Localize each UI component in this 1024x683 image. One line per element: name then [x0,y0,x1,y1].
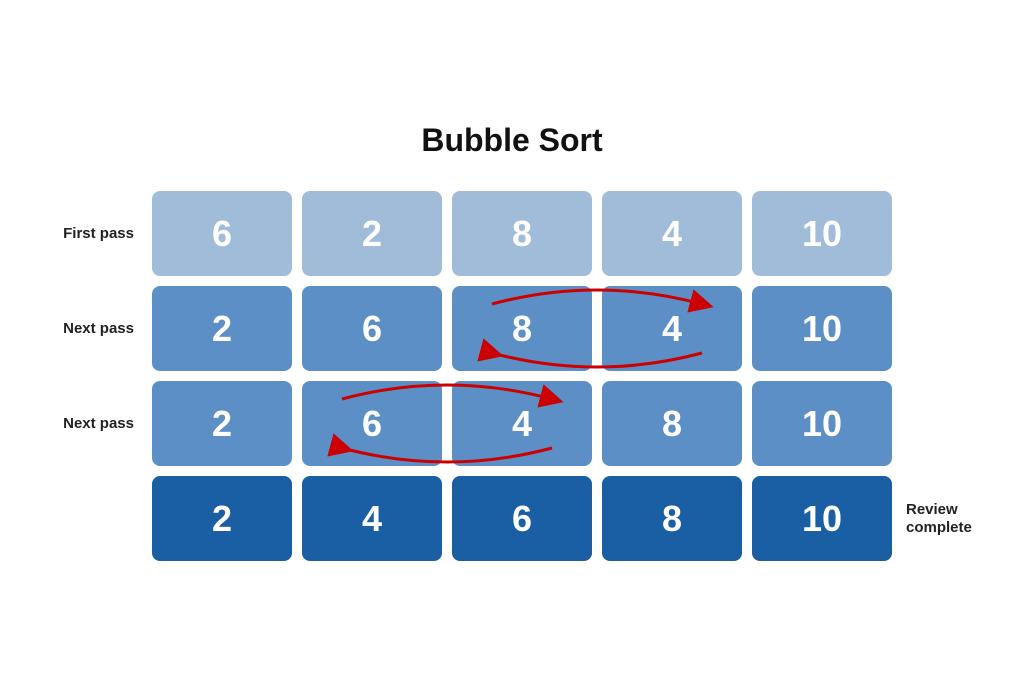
row-1: Next pass268410 [32,286,992,371]
cell-r0-c0: 6 [152,191,292,276]
cell-r3-c2: 6 [452,476,592,561]
cell-r2-c3: 8 [602,381,742,466]
grid: First pass628410Next pass268410 Next pas… [32,191,992,561]
cell-r1-c1: 6 [302,286,442,371]
cell-r2-c0: 2 [152,381,292,466]
cells-3: 246810 [152,476,892,561]
row-label-2: Next pass [32,415,152,433]
main-container: Bubble Sort First pass628410Next pass268… [32,122,992,561]
cell-r0-c4: 10 [752,191,892,276]
cell-r2-c4: 10 [752,381,892,466]
row-2: Next pass264810 [32,381,992,466]
cell-r0-c3: 4 [602,191,742,276]
row-suffix-3: Review complete [892,501,992,537]
cell-r1-c2: 8 [452,286,592,371]
cell-r3-c1: 4 [302,476,442,561]
cell-r3-c3: 8 [602,476,742,561]
cell-r3-c0: 2 [152,476,292,561]
cell-r0-c2: 8 [452,191,592,276]
page-title: Bubble Sort [421,122,602,159]
cell-r3-c4: 10 [752,476,892,561]
row-3: 246810Review complete [32,476,992,561]
cell-r1-c4: 10 [752,286,892,371]
cell-r2-c2: 4 [452,381,592,466]
cell-r1-c0: 2 [152,286,292,371]
cells-1: 268410 [152,286,892,371]
row-0: First pass628410 [32,191,992,276]
row-label-1: Next pass [32,320,152,338]
row-label-0: First pass [32,225,152,243]
cell-r1-c3: 4 [602,286,742,371]
cells-2: 264810 [152,381,892,466]
cells-0: 628410 [152,191,892,276]
cell-r2-c1: 6 [302,381,442,466]
cell-r0-c1: 2 [302,191,442,276]
